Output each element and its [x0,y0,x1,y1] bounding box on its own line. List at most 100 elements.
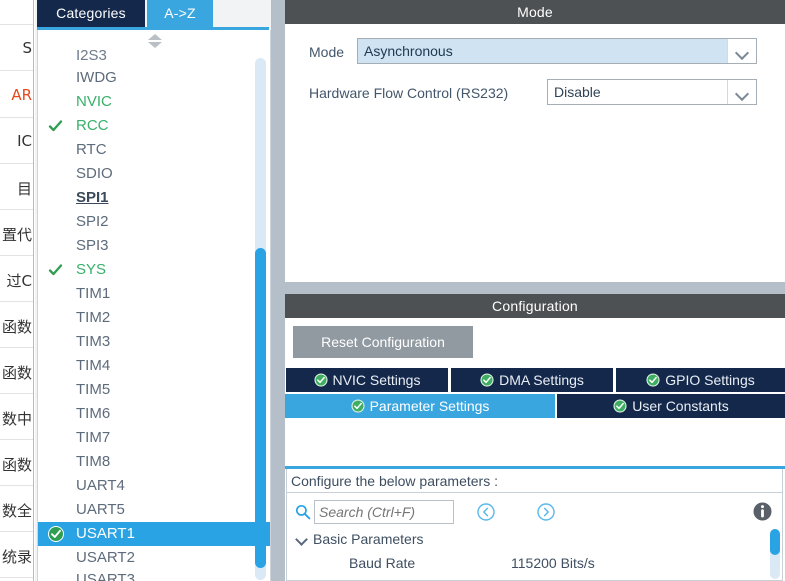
doc-text-line: 函数 [1,318,32,336]
parameter-scrollbar-thumb[interactable] [770,529,780,555]
mode-select[interactable]: Asynchronous [357,38,757,64]
list-item[interactable]: NVIC [38,90,253,114]
list-item[interactable]: TIM4 [38,354,253,378]
parameter-group-row[interactable]: Basic Parameters [287,527,782,551]
search-input[interactable] [315,501,453,523]
mode-label: Mode [309,44,345,60]
tab-user-constants[interactable]: User Constants [557,394,785,418]
window-left-edge [33,0,34,581]
list-item-label: SPI3 [76,237,109,254]
check-circle-icon [351,399,365,413]
doc-text-line: 统录 [1,548,32,566]
list-item[interactable]: USART3 [38,570,253,581]
tab-dma-settings[interactable]: DMA Settings [451,368,613,392]
chevron-down-icon[interactable] [727,39,756,63]
list-item[interactable]: SYS [38,258,253,282]
doc-text-line: IC [17,132,32,150]
flow-control-select[interactable]: Disable [547,79,757,105]
chevron-left-circle-icon[interactable] [477,503,495,521]
tab-parameter-settings[interactable]: Parameter Settings [285,394,555,418]
list-item[interactable]: USART2 [38,546,253,570]
list-item-label: NVIC [76,93,112,110]
list-item[interactable]: TIM3 [38,330,253,354]
doc-text-line: 过C [6,272,32,290]
ip-tree-panel: Categories A->Z I2S3 IWDG NVIC RCC RTC S… [35,0,271,581]
list-item[interactable]: TIM7 [38,426,253,450]
list-item[interactable]: SPI2 [38,210,253,234]
flow-control-label: Hardware Flow Control (RS232) [309,85,509,101]
doc-text-line: 函数 [1,456,32,474]
flow-control-select-value: Disable [554,84,601,100]
ip-list: I2S3 IWDG NVIC RCC RTC SDIO SPI1 SPI2 SP… [37,30,271,581]
list-item[interactable]: RTC [38,138,253,162]
configuration-hint: Configure the below parameters : [286,469,783,493]
tab-label: NVIC Settings [332,372,421,388]
parameter-name: Baud Rate [349,555,416,571]
tab-categories[interactable]: Categories [37,0,145,27]
list-item-label: SDIO [76,165,113,182]
app-root: S AR IC 目 置代 过C 函数 函数 数中 函数 数全 统录 Catego… [0,0,785,581]
list-item[interactable]: TIM8 [38,450,253,474]
tab-label: User Constants [632,398,729,414]
tab-gpio-settings[interactable]: GPIO Settings [616,368,785,392]
list-item[interactable]: UART4 [38,474,253,498]
list-item[interactable]: UART5 [38,498,253,522]
list-item-selected[interactable]: USART1 [38,522,270,546]
chevron-right-circle-icon[interactable] [537,503,555,521]
list-item-label: UART5 [76,501,125,518]
check-circle-icon [480,373,494,387]
parameter-row[interactable]: Word Length 8 Bits (including Parity) [287,575,782,580]
ip-tree-tabbar: Categories A->Z [35,0,271,27]
parameter-row[interactable]: Baud Rate 115200 Bits/s [287,551,782,575]
list-item-label: TIM3 [76,333,111,350]
list-item[interactable]: I2S3 [38,50,253,66]
doc-text-line: 函数 [1,364,32,382]
right-pane: Mode Mode Asynchronous Hardware Flow Con… [285,0,785,581]
chevron-down-icon[interactable] [297,535,306,544]
doc-text-line: 数中 [1,410,32,428]
list-item[interactable]: TIM1 [38,282,253,306]
check-circle-icon [48,526,64,542]
panel-gap [285,282,785,294]
configuration-tabbar-row2: Parameter Settings User Constants [285,394,785,418]
ip-list-items: I2S3 IWDG NVIC RCC RTC SDIO SPI1 SPI2 SP… [38,50,270,581]
list-item[interactable]: TIM2 [38,306,253,330]
ip-list-scrollbar-thumb[interactable] [255,248,266,568]
flow-control-field-row: Hardware Flow Control (RS232) Disable [285,79,785,107]
list-item-label: USART3 [76,571,135,581]
tab-a-to-z[interactable]: A->Z [147,0,213,27]
list-item[interactable]: RCC [38,114,253,138]
list-item[interactable]: SPI1 [38,186,253,210]
parameter-name: Word Length [349,575,429,580]
tab-nvic-settings[interactable]: NVIC Settings [286,368,448,392]
parameter-value[interactable]: 115200 Bits/s [511,551,595,575]
list-item[interactable]: SPI3 [38,234,253,258]
tab-label: DMA Settings [499,372,584,388]
list-item-label: RTC [76,141,107,158]
configuration-panel-body: Reset Configuration NVIC Settings DMA Se… [285,318,785,581]
panel-splitter[interactable] [271,0,285,581]
list-item-label: SYS [76,261,107,278]
list-item-label: TIM2 [76,309,111,326]
list-item-label: TIM4 [76,357,111,374]
list-item-label: UART4 [76,477,125,494]
search-input-wrapper[interactable] [314,500,454,524]
list-item[interactable]: IWDG [38,66,253,90]
info-icon[interactable] [753,502,772,521]
mode-field-row: Mode Asynchronous [285,38,785,66]
chevron-down-icon[interactable] [727,80,756,104]
configuration-panel-title: Configuration [285,294,785,318]
parameter-value[interactable]: 8 Bits (including Parity) [511,575,654,580]
reset-configuration-button[interactable]: Reset Configuration [293,326,473,358]
list-item[interactable]: SDIO [38,162,253,186]
parameter-tree: Basic Parameters Baud Rate 115200 Bits/s… [287,527,782,580]
list-item-label: IWDG [76,69,117,86]
check-icon [48,119,63,134]
list-item[interactable]: TIM5 [38,378,253,402]
list-item[interactable]: TIM6 [38,402,253,426]
background-document-column: S AR IC 目 置代 过C 函数 函数 数中 函数 数全 统录 [0,0,33,581]
parameter-toolbar [287,497,782,527]
check-icon [48,263,63,278]
tab-label: Parameter Settings [369,398,490,414]
scroll-up-down-icon[interactable] [148,34,166,50]
